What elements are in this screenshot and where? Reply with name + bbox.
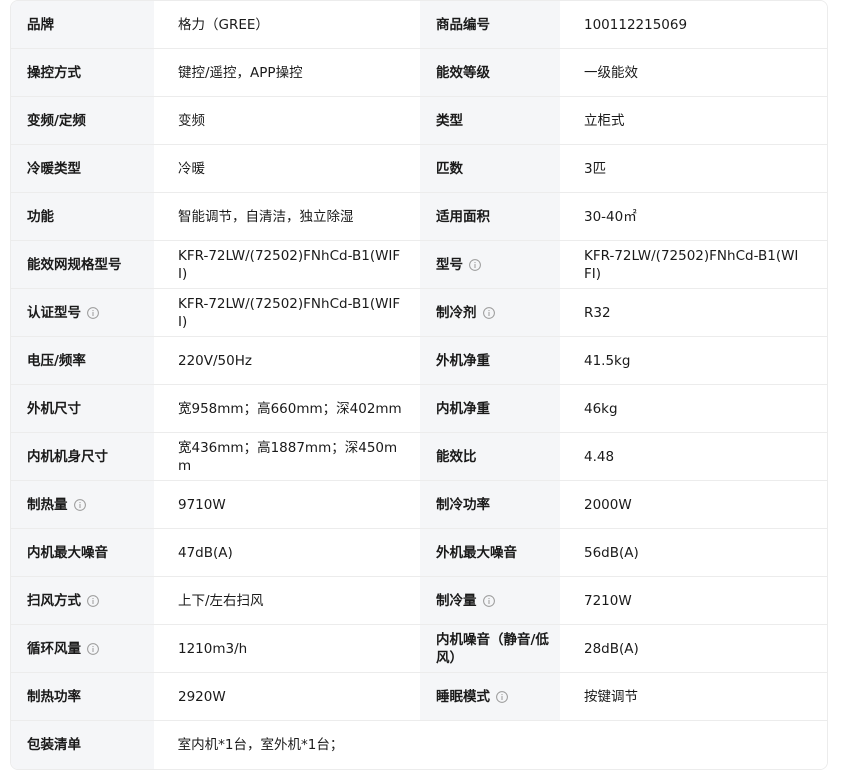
spec-value: KFR-72LW/(72502)FNhCd-B1(WIFI) [560,241,827,288]
spec-label: 功能 [11,193,154,240]
spec-table: 品牌 格力（GREE） 商品编号 100112215069 操控方式 键控/遥控… [10,0,828,770]
spec-label-cell: 型号 [420,241,560,288]
spec-value: 1210m3/h [154,625,420,672]
spec-value: 41.5kg [560,337,827,384]
table-row: 扫风方式 上下/左右扫风 制冷量 7210W [11,577,827,625]
table-row: 内机最大噪音 47dB(A) 外机最大噪音 56dB(A) [11,529,827,577]
table-row: 认证型号 KFR-72LW/(72502)FNhCd-B1(WIFI) 制冷剂 … [11,289,827,337]
spec-label: 冷暖类型 [11,145,154,192]
spec-label: 制热功率 [11,673,154,720]
spec-value: 28dB(A) [560,625,827,672]
spec-label: 外机最大噪音 [420,529,560,576]
spec-label: 品牌 [11,1,154,48]
spec-value: 宽436mm；高1887mm；深450mm [154,433,420,480]
spec-label: 包装清单 [11,721,154,769]
spec-label: 内机机身尺寸 [11,433,154,480]
spec-label: 变频/定频 [11,97,154,144]
info-circle-icon[interactable] [87,594,99,607]
table-row: 操控方式 键控/遥控，APP操控 能效等级 一级能效 [11,49,827,97]
spec-value: KFR-72LW/(72502)FNhCd-B1(WIFI) [154,289,420,336]
spec-label: 型号 [436,256,463,273]
spec-label-cell: 扫风方式 [11,577,154,624]
spec-label: 认证型号 [27,304,81,321]
table-row: 包装清单 室内机*1台，室外机*1台； [11,721,827,769]
spec-value: 键控/遥控，APP操控 [154,49,420,96]
info-circle-icon[interactable] [87,306,99,319]
table-row: 外机尺寸 宽958mm；高660mm；深402mm 内机净重 46kg [11,385,827,433]
table-row: 功能 智能调节，自清洁，独立除湿 适用面积 30-40㎡ [11,193,827,241]
spec-label: 循环风量 [27,640,81,657]
spec-label: 制热量 [27,496,68,513]
spec-label: 内机最大噪音 [11,529,154,576]
info-circle-icon[interactable] [482,594,495,607]
spec-value: 室内机*1台，室外机*1台； [153,721,827,769]
spec-label-cell: 制冷剂 [420,289,560,336]
spec-label: 外机净重 [420,337,560,384]
table-row: 循环风量 1210m3/h 内机噪音（静音/低风） 28dB(A) [11,625,827,673]
spec-value: 100112215069 [560,1,827,48]
spec-value: R32 [560,289,827,336]
spec-label-cell: 认证型号 [11,289,154,336]
spec-value: KFR-72LW/(72502)FNhCd-B1(WIFI) [154,241,420,288]
spec-value: 立柜式 [560,97,827,144]
table-row: 能效网规格型号 KFR-72LW/(72502)FNhCd-B1(WIFI) 型… [11,241,827,289]
spec-value: 30-40㎡ [560,193,827,240]
spec-label-cell: 制热量 [11,481,154,528]
spec-label-cell: 循环风量 [11,625,154,672]
info-circle-icon[interactable] [73,498,86,511]
table-row: 变频/定频 变频 类型 立柜式 [11,97,827,145]
spec-label-cell: 制冷量 [420,577,560,624]
spec-label: 睡眠模式 [436,688,490,705]
spec-value: 3匹 [560,145,827,192]
table-row: 品牌 格力（GREE） 商品编号 100112215069 [11,1,827,49]
spec-value: 4.48 [560,433,827,480]
spec-label: 内机噪音（静音/低风） [420,625,560,672]
spec-value: 47dB(A) [154,529,420,576]
spec-label: 扫风方式 [27,592,81,609]
spec-value: 46kg [560,385,827,432]
spec-label: 能效比 [420,433,560,480]
spec-value: 按键调节 [560,673,827,720]
spec-label-cell: 睡眠模式 [420,673,560,720]
spec-label: 内机净重 [420,385,560,432]
spec-value: 智能调节，自清洁，独立除湿 [154,193,420,240]
spec-value: 56dB(A) [560,529,827,576]
spec-label: 外机尺寸 [11,385,154,432]
spec-label: 能效网规格型号 [11,241,154,288]
table-row: 冷暖类型 冷暖 匹数 3匹 [11,145,827,193]
spec-value: 220V/50Hz [154,337,420,384]
table-row: 制热量 9710W 制冷功率 2000W [11,481,827,529]
spec-label: 类型 [420,97,560,144]
spec-label: 电压/频率 [11,337,154,384]
info-circle-icon[interactable] [469,258,481,271]
spec-value: 格力（GREE） [154,1,420,48]
info-circle-icon[interactable] [496,690,508,703]
spec-value: 一级能效 [560,49,827,96]
spec-value: 9710W [154,481,420,528]
spec-value: 7210W [560,577,827,624]
spec-label: 制冷量 [436,592,477,609]
spec-value: 宽958mm；高660mm；深402mm [154,385,420,432]
spec-value: 2000W [560,481,827,528]
spec-label: 制冷功率 [420,481,560,528]
spec-label: 商品编号 [420,1,560,48]
spec-value: 冷暖 [154,145,420,192]
spec-label: 适用面积 [420,193,560,240]
info-circle-icon[interactable] [482,306,495,319]
spec-value: 2920W [154,673,420,720]
info-circle-icon[interactable] [87,642,99,655]
spec-value: 变频 [154,97,420,144]
table-row: 电压/频率 220V/50Hz 外机净重 41.5kg [11,337,827,385]
table-row: 制热功率 2920W 睡眠模式 按键调节 [11,673,827,721]
spec-label: 匹数 [420,145,560,192]
spec-label: 能效等级 [420,49,560,96]
spec-label: 操控方式 [11,49,154,96]
spec-value: 上下/左右扫风 [154,577,420,624]
table-row: 内机机身尺寸 宽436mm；高1887mm；深450mm 能效比 4.48 [11,433,827,481]
spec-label: 制冷剂 [436,304,477,321]
